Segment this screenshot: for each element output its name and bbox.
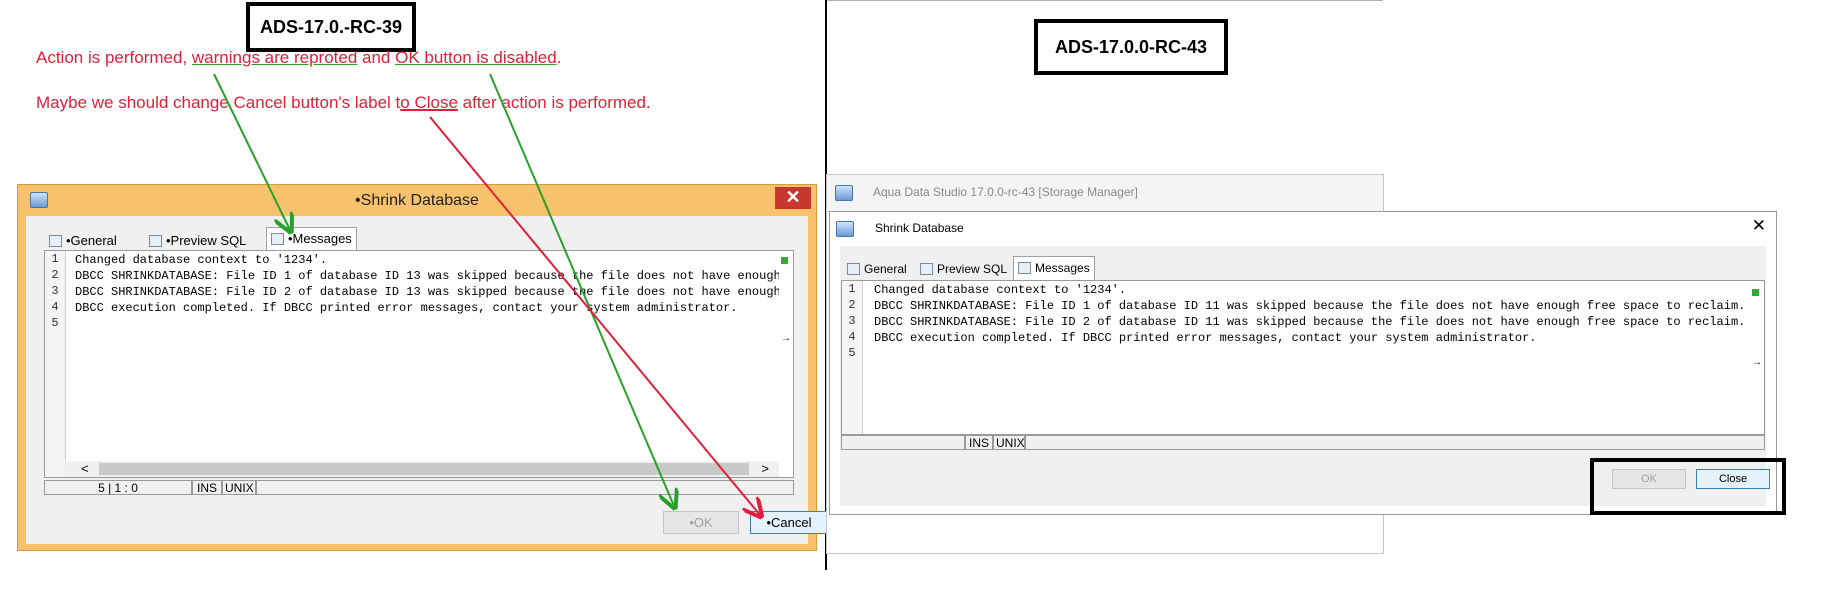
green-arrow-to-ok (489, 73, 674, 506)
green-arrow-to-messages (213, 73, 290, 230)
annotation-arrows (213, 73, 1844, 596)
red-arrow-to-cancel (429, 116, 760, 515)
